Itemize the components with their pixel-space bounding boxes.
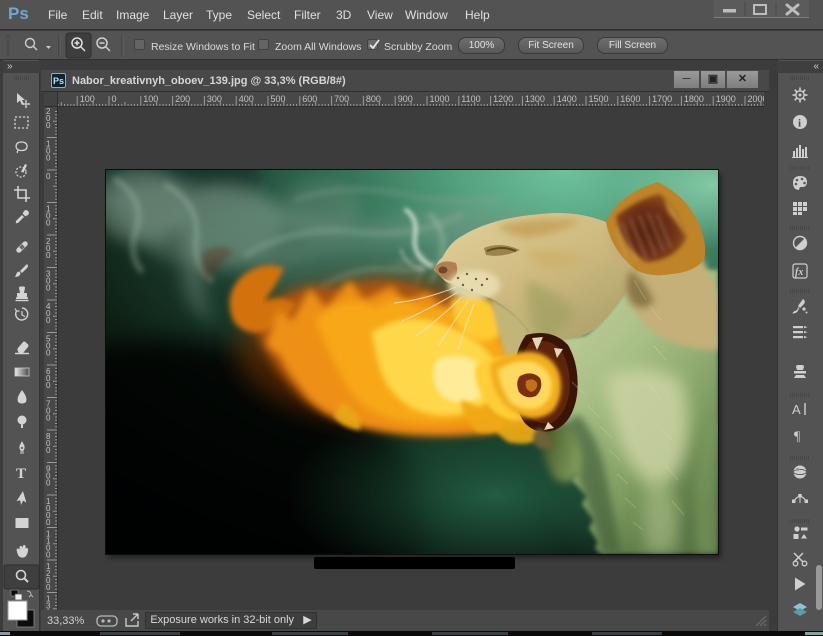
svg-text:0: 0 — [46, 518, 51, 527]
svg-text:1400: 1400 — [557, 94, 577, 104]
svg-text:fx: fx — [795, 267, 803, 278]
svg-text:¶: ¶ — [794, 430, 801, 445]
svg-text:2000: 2000 — [748, 94, 765, 104]
svg-text:0: 0 — [46, 414, 51, 423]
svg-text:1000: 1000 — [430, 94, 450, 104]
svg-text:100: 100 — [80, 94, 95, 104]
svg-text:200: 200 — [175, 94, 190, 104]
svg-text:600: 600 — [302, 94, 317, 104]
svg-text:T: T — [16, 466, 26, 482]
svg-text:400: 400 — [239, 94, 254, 104]
svg-text:0: 0 — [46, 219, 51, 228]
svg-text:1600: 1600 — [620, 94, 640, 104]
svg-text:1100: 1100 — [461, 94, 480, 104]
svg-text:0: 0 — [46, 551, 51, 560]
svg-text:i: i — [798, 118, 801, 130]
svg-text:100: 100 — [143, 94, 158, 104]
svg-text:0: 0 — [46, 446, 51, 455]
svg-text:0: 0 — [46, 479, 51, 488]
svg-text:800: 800 — [366, 94, 381, 104]
svg-text:0: 0 — [46, 381, 51, 390]
svg-text:1500: 1500 — [589, 94, 609, 104]
svg-text:0: 0 — [46, 172, 51, 181]
svg-text:0: 0 — [46, 349, 51, 358]
svg-text:300: 300 — [207, 94, 222, 104]
svg-text:1800: 1800 — [684, 94, 704, 104]
svg-text:0: 0 — [46, 316, 51, 325]
svg-text:900: 900 — [398, 94, 413, 104]
svg-text:0: 0 — [46, 121, 51, 130]
svg-text:1700: 1700 — [652, 94, 672, 104]
svg-text:0: 0 — [112, 94, 117, 104]
svg-text:A: A — [792, 402, 801, 417]
svg-text:0: 0 — [46, 251, 51, 260]
svg-text:1900: 1900 — [716, 94, 736, 104]
svg-text:0: 0 — [46, 154, 51, 163]
svg-text:1200: 1200 — [493, 94, 513, 104]
svg-text:700: 700 — [334, 94, 349, 104]
svg-text:500: 500 — [271, 94, 286, 104]
svg-text:0: 0 — [46, 583, 51, 592]
svg-text:1300: 1300 — [525, 94, 545, 104]
svg-text:0: 0 — [46, 284, 51, 293]
